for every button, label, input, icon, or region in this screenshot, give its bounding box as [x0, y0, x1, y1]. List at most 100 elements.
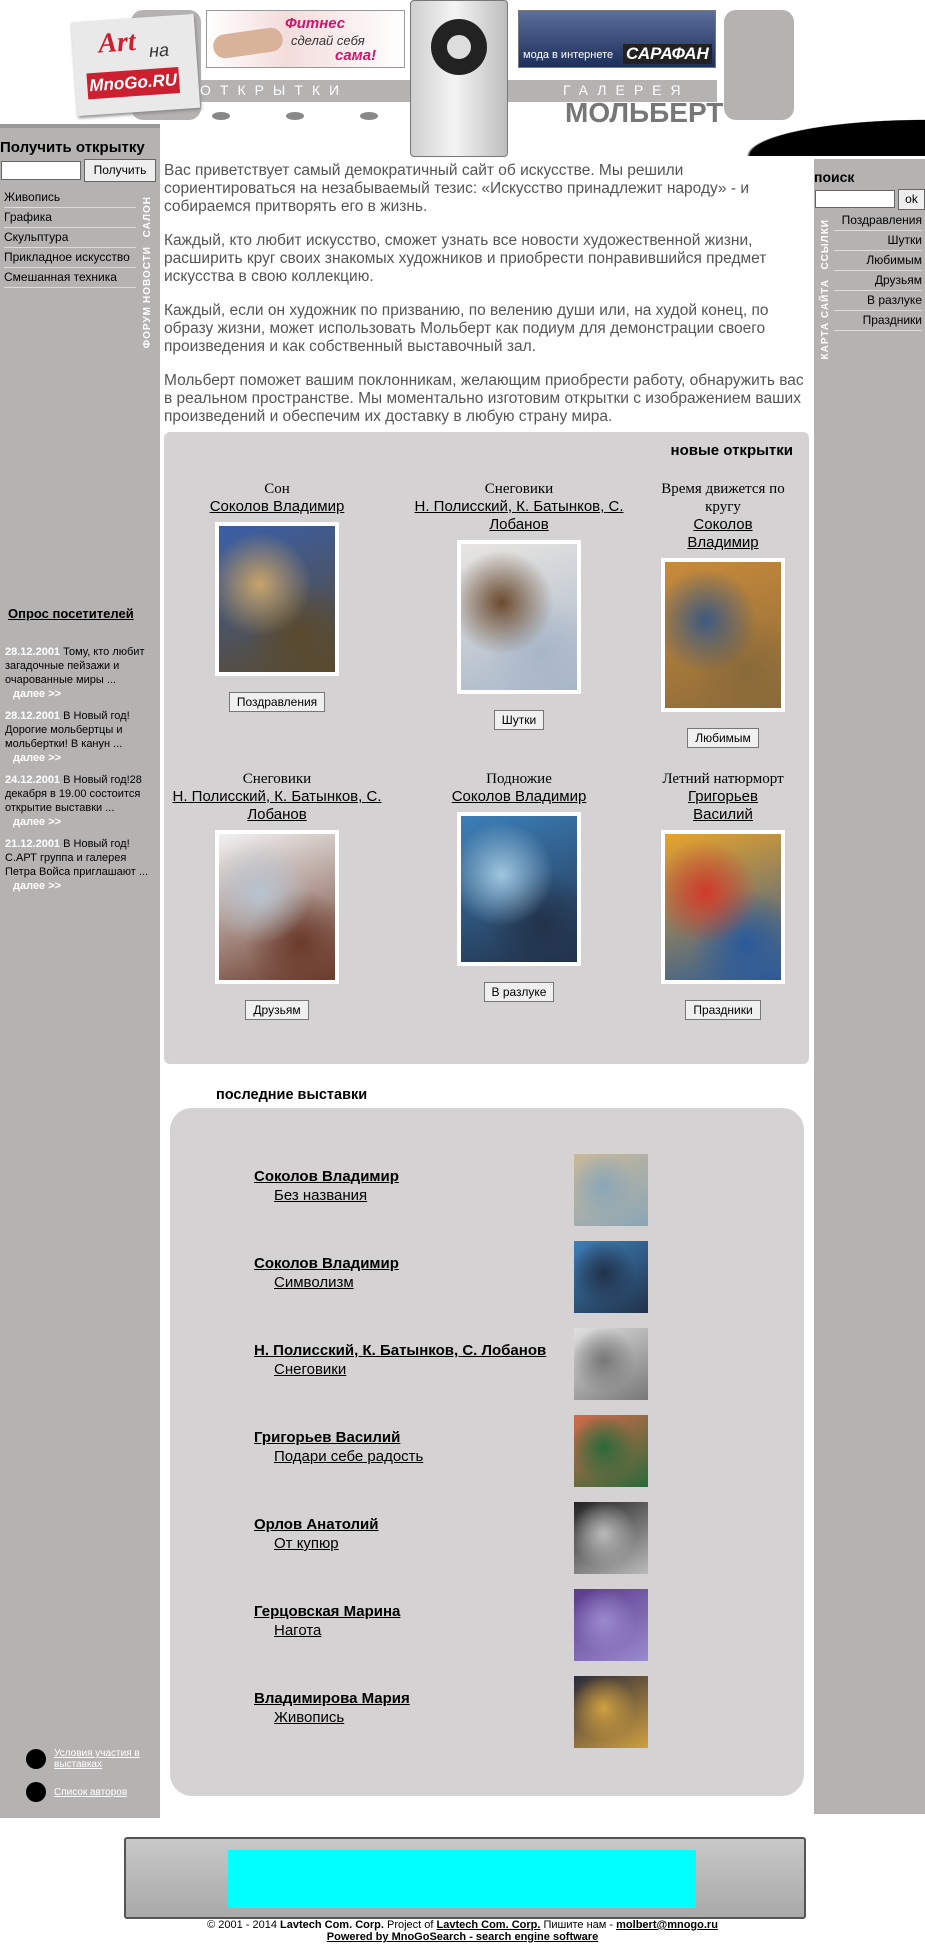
- card-image[interactable]: [661, 558, 785, 712]
- site-logo[interactable]: Art на MnoGo.RU: [70, 13, 201, 117]
- exhibition-thumbnail[interactable]: [574, 1154, 648, 1226]
- tab-forum[interactable]: ФОРУМ: [142, 306, 153, 348]
- card-image[interactable]: [215, 522, 339, 676]
- tab-links[interactable]: ССЫЛКИ: [820, 219, 831, 270]
- news-more-link[interactable]: далее >>: [13, 816, 61, 828]
- right-menu-item[interactable]: Друзьям: [834, 271, 922, 291]
- bullet-icon: [26, 1749, 46, 1769]
- exhibition-thumbnail[interactable]: [574, 1589, 648, 1661]
- banner-fitness[interactable]: Фитнес сделай себя сама!: [206, 10, 405, 68]
- tab-salon[interactable]: САЛОН: [142, 196, 153, 237]
- get-card-button[interactable]: Получить: [84, 159, 156, 182]
- left-menu-item[interactable]: Прикладное искусство: [4, 248, 136, 268]
- exhibition-author-link[interactable]: Соколов Владимир: [254, 1168, 399, 1185]
- left-menu-item[interactable]: Графика: [4, 208, 136, 228]
- card-category-button[interactable]: В разлуке: [483, 982, 555, 1002]
- exhibition-author-link[interactable]: Орлов Анатолий: [254, 1516, 378, 1533]
- card-item: Время движется по кругу Соколов Владимир…: [658, 480, 788, 748]
- exhibition-title-link[interactable]: Подари себе радость: [274, 1448, 423, 1465]
- easel-clamp-graphic: [410, 0, 508, 157]
- exhibition-author-link[interactable]: Соколов Владимир: [254, 1255, 399, 1272]
- card-item: Подножие Соколов Владимир В разлуке: [414, 770, 624, 1002]
- card-author-link[interactable]: Соколов Владимир: [210, 498, 345, 515]
- news-date: 24.12.2001: [5, 774, 61, 786]
- copyright-project-of: Project of: [386, 1919, 434, 1931]
- conditions-link-text: Условия участия в выставках: [54, 1748, 140, 1770]
- copyright: © 2001 - 2014 Lavtech Com. Corp. Project…: [0, 1919, 925, 1943]
- card-author-link[interactable]: Н. Полисский, К. Батынков, С. Лобанов: [415, 498, 624, 533]
- exhibition-author-link[interactable]: Владимирова Мария: [254, 1690, 410, 1707]
- footer-banner-frame: [124, 1837, 806, 1919]
- exhibition-row: Соколов Владимир Без названия: [254, 1154, 774, 1226]
- banner-fitness-line2: сделай себя: [291, 33, 365, 48]
- authors-link[interactable]: Список авторов: [26, 1782, 127, 1802]
- news-more-link[interactable]: далее >>: [13, 752, 61, 764]
- right-menu-item[interactable]: Поздравления: [834, 211, 922, 231]
- card-image[interactable]: [661, 830, 785, 984]
- card-item: Снеговики Н. Полисский, К. Батынков, С. …: [414, 480, 624, 730]
- left-menu-item[interactable]: Скульптура: [4, 228, 136, 248]
- exhibition-thumbnail[interactable]: [574, 1502, 648, 1574]
- header-swoosh-decor: [700, 110, 925, 156]
- right-menu: Поздравления Шутки Любимым Друзьям В раз…: [834, 211, 922, 331]
- banner-sarafan[interactable]: мода в интернете САРАФАН: [518, 10, 716, 68]
- card-category-button[interactable]: Праздники: [685, 1000, 761, 1020]
- logo-art-text: Art: [97, 25, 137, 60]
- right-menu-item[interactable]: В разлуке: [834, 291, 922, 311]
- get-card-input[interactable]: [1, 161, 81, 180]
- right-menu-item[interactable]: Праздники: [834, 311, 922, 331]
- card-category-button[interactable]: Любимым: [687, 728, 759, 748]
- right-menu-item[interactable]: Шутки: [834, 231, 922, 251]
- news-more-link[interactable]: далее >>: [13, 688, 61, 700]
- exhibition-thumbnail[interactable]: [574, 1328, 648, 1400]
- exhibition-thumbnail[interactable]: [574, 1676, 648, 1748]
- left-menu-item[interactable]: Смешанная техника: [4, 268, 136, 288]
- exhibition-title-link[interactable]: Символизм: [274, 1274, 354, 1291]
- exhibition-title-link[interactable]: Нагота: [274, 1622, 321, 1639]
- right-menu-item[interactable]: Любимым: [834, 251, 922, 271]
- intro-text: Вас приветствует самый демократичный сай…: [164, 162, 809, 442]
- search-button[interactable]: ok: [898, 189, 925, 210]
- card-author-link[interactable]: Н. Полисский, К. Батынков, С. Лобанов: [173, 788, 382, 823]
- news-date: 28.12.2001: [5, 646, 61, 658]
- powered-by-link[interactable]: Powered by MnoGoSearch - search engine s…: [327, 1931, 598, 1943]
- card-author-link[interactable]: Соколов Владимир: [452, 788, 587, 805]
- tab-news[interactable]: НОВОСТИ: [142, 246, 153, 303]
- section-label-galereya: ГАЛЕРЕЯ: [563, 82, 690, 98]
- card-category-button[interactable]: Поздравления: [228, 692, 326, 712]
- card-author-link[interactable]: Григорьев Василий: [688, 788, 758, 823]
- card-author-link[interactable]: Соколов Владимир: [687, 516, 758, 551]
- exhibition-thumbnail[interactable]: [574, 1415, 648, 1487]
- exhibition-title-link[interactable]: От купюр: [274, 1535, 339, 1552]
- email-link[interactable]: molbert@mnogo.ru: [616, 1919, 718, 1931]
- exhibition-author-link[interactable]: Герцовская Марина: [254, 1603, 400, 1620]
- banner-sarafan-line2: САРАФАН: [623, 44, 712, 64]
- card-image[interactable]: [457, 812, 581, 966]
- exhibition-title-link[interactable]: Живопись: [274, 1709, 344, 1726]
- card-image[interactable]: [215, 830, 339, 984]
- gear-icon: [431, 19, 487, 75]
- news-more-link[interactable]: далее >>: [13, 880, 61, 892]
- card-item: Снеговики Н. Полисский, К. Батынков, С. …: [172, 770, 382, 1020]
- card-image[interactable]: [457, 540, 581, 694]
- conditions-link[interactable]: Условия участия в выставках: [26, 1748, 146, 1770]
- search-input[interactable]: [815, 190, 895, 208]
- card-category-button[interactable]: Шутки: [493, 710, 545, 730]
- tab-sitemap[interactable]: КАРТА САЙТА: [820, 279, 831, 359]
- left-menu-item[interactable]: Живопись: [4, 188, 136, 208]
- exhibition-title-link[interactable]: Без названия: [274, 1187, 367, 1204]
- poll-link[interactable]: Опрос посетителей: [8, 606, 134, 621]
- exhibition-row: Н. Полисский, К. Батынков, С. Лобанов Сн…: [254, 1328, 774, 1400]
- card-title: Снеговики: [484, 481, 554, 497]
- section-label-otkrytki: ОТКРЫТКИ: [200, 82, 349, 98]
- exhibition-author-link[interactable]: Н. Полисский, К. Батынков, С. Лобанов: [254, 1342, 546, 1359]
- exhibition-title-link[interactable]: Снеговики: [274, 1361, 346, 1378]
- company-link[interactable]: Lavtech Com. Corp.: [437, 1919, 541, 1931]
- copyright-company: Lavtech Com. Corp.: [280, 1919, 384, 1931]
- footer-banner-slot[interactable]: [228, 1850, 696, 1908]
- exhibition-author-link[interactable]: Григорьев Василий: [254, 1429, 400, 1446]
- search-title: поиск: [814, 169, 855, 185]
- exhibition-thumbnail[interactable]: [574, 1241, 648, 1313]
- card-category-button[interactable]: Друзьям: [245, 1000, 309, 1020]
- logo-mnogo-text: MnoGo.RU: [86, 67, 181, 100]
